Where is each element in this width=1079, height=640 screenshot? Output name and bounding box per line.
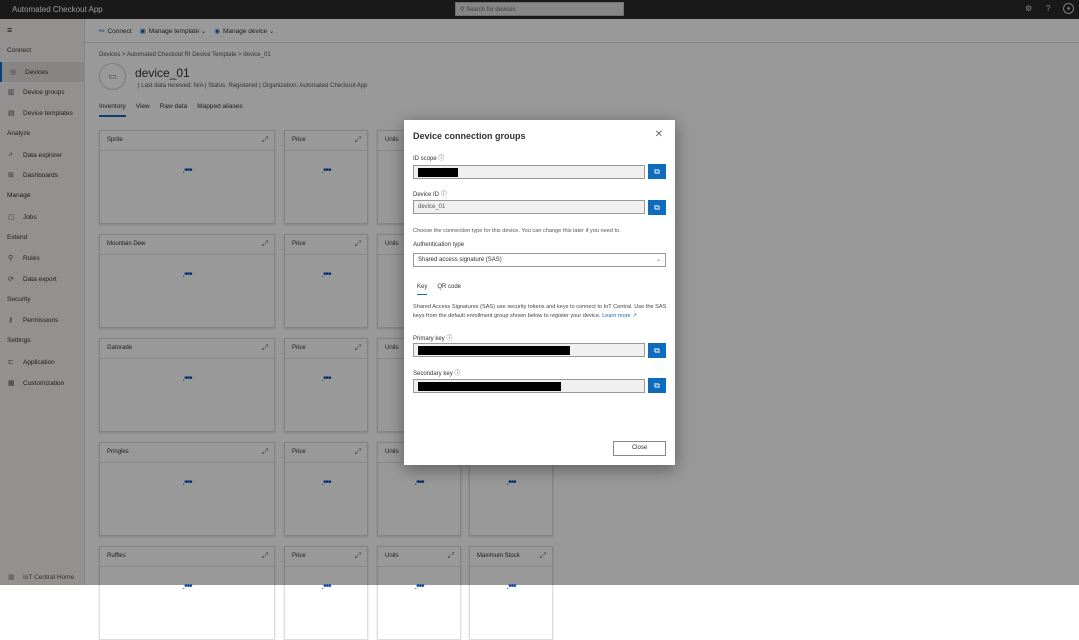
- device-id-label: Device ID ⓘ: [413, 189, 447, 198]
- device-id-field[interactable]: device_01: [413, 200, 645, 214]
- info-icon: ⓘ: [440, 192, 447, 198]
- copy-device-id-button[interactable]: ⧉: [648, 200, 666, 215]
- id-scope-field[interactable]: [413, 165, 645, 179]
- secondary-key-label: Secondary key ⓘ: [413, 368, 460, 377]
- info-icon: ⓘ: [446, 336, 453, 342]
- primary-key-field[interactable]: [413, 343, 645, 357]
- learn-more-link[interactable]: Learn more ↗: [602, 313, 637, 319]
- copy-icon: ⧉: [654, 167, 660, 176]
- auth-type-label: Authentication type: [413, 242, 465, 248]
- key-tabs: Key QR code: [417, 284, 461, 295]
- label: Learn more: [602, 313, 631, 319]
- sidebar-item-iot-central-home[interactable]: ▦ IoT Central Home: [0, 567, 85, 587]
- redacted-value: [418, 382, 561, 391]
- close-button[interactable]: Close: [613, 441, 666, 456]
- label: Device ID: [413, 192, 440, 198]
- device-connection-dialog: Device connection groups ✕ ID scope ⓘ ⧉ …: [404, 120, 675, 465]
- redacted-value: [418, 346, 570, 355]
- label: ID scope: [413, 156, 437, 162]
- copy-secondary-key-button[interactable]: ⧉: [648, 378, 666, 393]
- id-scope-label: ID scope ⓘ: [413, 153, 444, 162]
- copy-primary-key-button[interactable]: ⧉: [648, 343, 666, 358]
- info-icon: ⓘ: [438, 156, 445, 162]
- secondary-key-field[interactable]: [413, 379, 645, 393]
- selected-value: Shared access signature (SAS): [418, 257, 502, 263]
- home-icon: ▦: [8, 574, 15, 581]
- copy-icon: ⧉: [654, 381, 660, 390]
- dialog-title: Device connection groups: [413, 131, 526, 141]
- sas-description: Shared Access Signatures (SAS) use secur…: [413, 303, 668, 321]
- copy-icon: ⧉: [654, 203, 660, 212]
- label: Primary key: [413, 336, 445, 342]
- label: IoT Central Home: [23, 573, 75, 581]
- copy-icon: ⧉: [654, 346, 660, 355]
- tab-qr-code[interactable]: QR code: [437, 284, 461, 295]
- label: Secondary key: [413, 371, 453, 377]
- close-icon[interactable]: ✕: [655, 129, 663, 140]
- connection-type-hint: Choose the connection type for this devi…: [413, 228, 621, 234]
- copy-id-scope-button[interactable]: ⧉: [648, 164, 666, 179]
- info-icon: ⓘ: [454, 371, 461, 377]
- redacted-value: [418, 168, 458, 177]
- tab-key[interactable]: Key: [417, 284, 428, 295]
- auth-type-dropdown[interactable]: Shared access signature (SAS) ⌄: [413, 253, 666, 267]
- chevron-down-icon: ⌄: [655, 257, 661, 263]
- primary-key-label: Primary key ⓘ: [413, 333, 452, 342]
- external-link-icon: ↗: [632, 313, 637, 319]
